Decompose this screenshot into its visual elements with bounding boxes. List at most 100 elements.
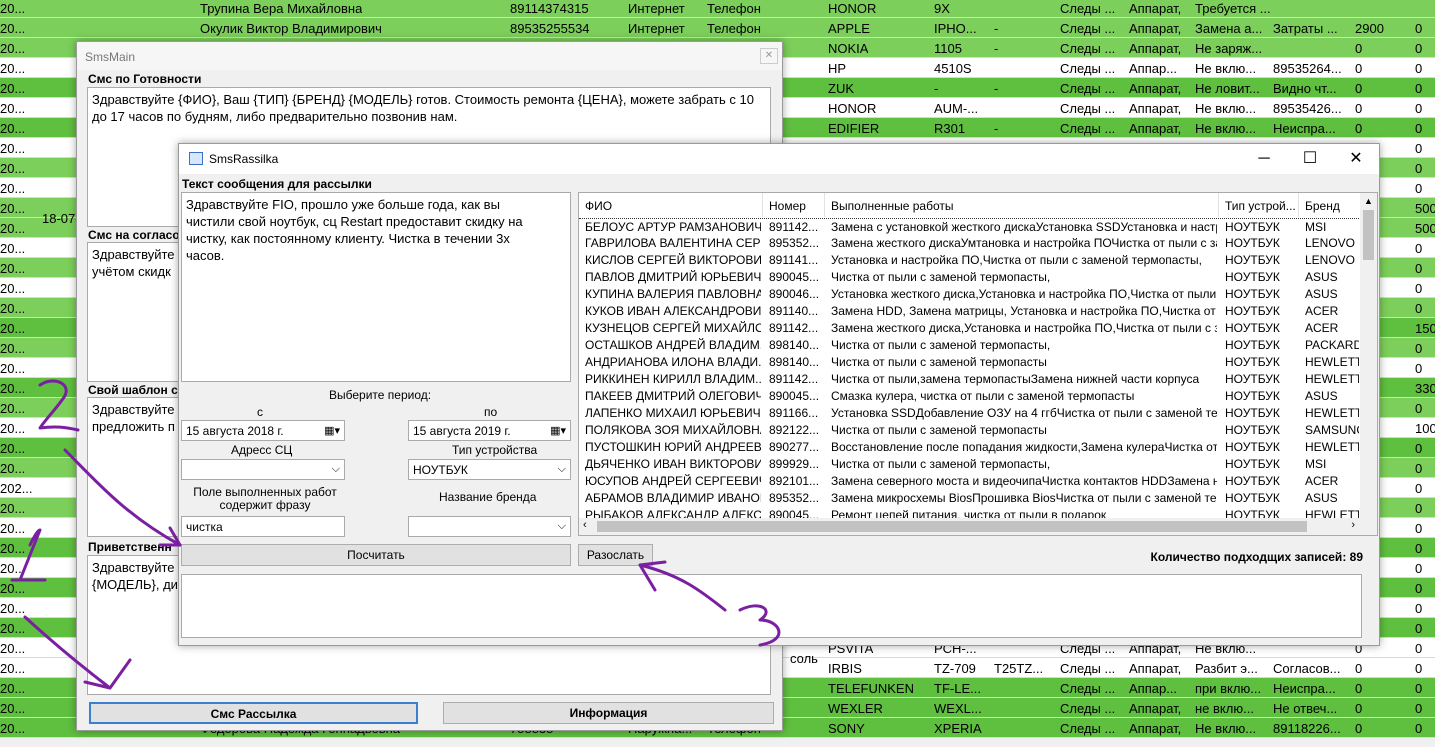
background-cell: 0 [1415,621,1423,636]
background-cell: EDIFIER [828,121,880,136]
grid-cell: БЕЛОУС АРТУР РАМЗАНОВИЧ [585,220,761,234]
grid-row[interactable]: КУПИНА ВАЛЕРИЯ ПАВЛОВНА 890046... Установк… [579,286,1361,303]
grid-cell: ПАВЛОВ ДМИТРИЙ ЮРЬЕВИЧ [585,270,761,284]
grid-row[interactable]: ДЬЯЧЕНКО ИВАН ВИКТОРОВИЧ 899929... Чистка … [579,456,1361,473]
background-cell: 89118226... [1273,721,1341,736]
info-button[interactable]: Информация [443,702,774,724]
background-cell: Телефон [707,21,761,36]
period-label: Выберите период: [329,388,432,402]
background-cell: 20... [0,381,26,396]
to-date-picker[interactable]: 15 августа 2019 г. ▦▾ [408,420,571,441]
grid-row[interactable]: КИСЛОВ СЕРГЕЙ ВИКТОРОВИЧ 891141... Установ… [579,252,1361,269]
background-cell: 2900 [1355,21,1384,36]
grid-cell: ПАКЕЕВ ДМИТРИЙ ОЛЕГОВИЧ [585,389,761,403]
message-textarea[interactable]: Здравствуйте FIO, прошло уже больше года… [181,192,571,382]
grid-cell: НОУТБУК [1225,440,1280,454]
count-button[interactable]: Посчитать [181,544,571,566]
grid-cell: НОУТБУК [1225,423,1280,437]
results-grid[interactable]: ФИО Номер Выполненные работы Тип устрой... Б… [578,192,1378,536]
background-cell: 0 [1355,721,1363,736]
grid-cell: КИСЛОВ СЕРГЕЙ ВИКТОРОВИЧ [585,253,761,267]
works-input[interactable]: чистка [181,516,345,537]
scroll-left-icon[interactable]: ‹ [583,519,587,531]
horizontal-scrollbar[interactable]: ‹ › [579,518,1377,535]
background-cell: 20... [0,561,26,576]
to-label: по [484,405,498,419]
grid-row[interactable]: АНДРИАНОВА ИЛОНА ВЛАДИ... 898140... Чистка… [579,354,1361,371]
grid-column-header[interactable]: Бренд [1299,193,1361,217]
grid-cell: ЮСУПОВ АНДРЕЙ СЕРГЕЕВИЧ [585,474,761,488]
grid-cell: ASUS [1305,270,1338,284]
grid-cell: НОУТБУК [1225,338,1280,352]
grid-cell: 892122... [769,423,820,437]
grid-cell: НОУТБУК [1225,406,1280,420]
background-cell: 20... [0,661,26,676]
log-textarea[interactable] [181,574,1362,638]
grid-row[interactable]: ПОЛЯКОВА ЗОЯ МИХАЙЛОВНА 892122... Чистка о… [579,422,1361,439]
background-cell: Следы ... [1060,101,1116,116]
grid-cell: Смазка кулера, чистка от пыли с заменой … [831,389,1135,403]
grid-row[interactable]: РИККИНЕН КИРИЛЛ ВЛАДИМ... 891142... Чистка… [579,371,1361,388]
device-type-select[interactable]: НОУТБУК ⌵ [408,459,571,480]
minimize-icon[interactable]: ─ [1241,144,1287,174]
grid-row[interactable]: ГАВРИЛОВА ВАЛЕНТИНА СЕРГ... 895352... Заме… [579,235,1361,252]
grid-row[interactable]: ПАВЛОВ ДМИТРИЙ ЮРЬЕВИЧ 890045... Чистка от… [579,269,1361,286]
greet-label: Приветственн [88,540,172,554]
background-cell: 20... [0,361,26,376]
send-button[interactable]: Разослать [578,544,653,566]
grid-cell: 891166... [769,406,819,420]
grid-cell: ACER [1305,474,1339,488]
maximize-icon[interactable]: ☐ [1287,144,1333,174]
grid-row[interactable]: ЛАПЕНКО МИХАИЛ ЮРЬЕВИЧ 891166... Установка… [579,405,1361,422]
grid-column-header[interactable]: Выполненные работы [825,193,1219,217]
grid-row[interactable]: АБРАМОВ ВЛАДИМИР ИВАНОВ... 895352... Замен… [579,490,1361,507]
grid-row[interactable]: ЮСУПОВ АНДРЕЙ СЕРГЕЕВИЧ 892101... Замена с… [579,473,1361,490]
grid-cell: ASUS [1305,389,1338,403]
grid-column-header[interactable]: Номер [763,193,825,217]
vertical-scrollbar[interactable]: ▲ [1360,193,1377,520]
grid-cell: ЛАПЕНКО МИХАИЛ ЮРЬЕВИЧ [585,406,761,420]
background-cell: Следы ... [1060,61,1116,76]
background-cell: 20... [0,701,26,716]
from-date-picker[interactable]: 15 августа 2018 г. ▦▾ [181,420,345,441]
background-cell: 20... [0,501,26,516]
background-cell: 500 [1415,201,1435,216]
address-select[interactable]: ⌵ [181,459,345,480]
grid-row[interactable]: БЕЛОУС АРТУР РАМЗАНОВИЧ 891142... Замена с… [579,218,1361,235]
grid-cell: Замена микросхемы BiosПрошивка BiosЧистк… [831,491,1217,505]
background-cell: 20... [0,281,26,296]
grid-column-header[interactable]: Тип устрой... [1219,193,1299,217]
background-cell: 0 [1415,541,1423,556]
brand-select[interactable]: ⌵ [408,516,571,537]
grid-row[interactable]: КУКОВ ИВАН АЛЕКСАНДРОВИЧ 891140... Замена … [579,303,1361,320]
grid-row[interactable]: ПАКЕЕВ ДМИТРИЙ ОЛЕГОВИЧ 890045... Смазка к… [579,388,1361,405]
close-icon[interactable]: ✕ [1333,144,1379,174]
background-cell: Следы ... [1060,681,1116,696]
scroll-thumb[interactable] [1363,210,1374,260]
app-icon [189,152,203,165]
background-cell: 0 [1355,81,1363,96]
background-cell: 0 [1415,41,1423,56]
grid-cell: КУПИНА ВАЛЕРИЯ ПАВЛОВНА [585,287,761,301]
background-cell: 20... [0,681,26,696]
background-cell: Аппарат, [1129,21,1182,36]
grid-cell: 899929... [769,457,820,471]
grid-row[interactable]: ПУСТОШКИН ЮРИЙ АНДРЕЕВ... 890277... Восста… [579,439,1361,456]
background-cell: 0 [1415,441,1423,456]
grid-cell: НОУТБУК [1225,491,1280,505]
grid-row[interactable]: КУЗНЕЦОВ СЕРГЕЙ МИХАЙЛО... 891142... Замен… [579,320,1361,337]
mass-sms-button[interactable]: Смс Рассылка [89,702,418,724]
scroll-up-icon[interactable]: ▲ [1360,193,1377,210]
background-cell: 100 [1415,421,1435,436]
grid-column-header[interactable]: ФИО [579,193,763,217]
hscroll-thumb[interactable] [597,521,1307,532]
grid-row[interactable]: ОСТАШКОВ АНДРЕЙ ВЛАДИМ... 898140... Чистка… [579,337,1361,354]
smsmain-close-icon[interactable]: ✕ [760,48,778,64]
scroll-right-icon[interactable]: › [1351,519,1355,531]
background-cell: Следы ... [1060,121,1116,136]
grid-cell: 890045... [769,389,820,403]
background-cell: Аппарат, [1129,1,1182,16]
background-cell: XPERIA [934,721,982,736]
grid-cell: Чистка от пыли с заменой термопасты [831,355,1047,369]
background-cell: 20... [0,261,26,276]
